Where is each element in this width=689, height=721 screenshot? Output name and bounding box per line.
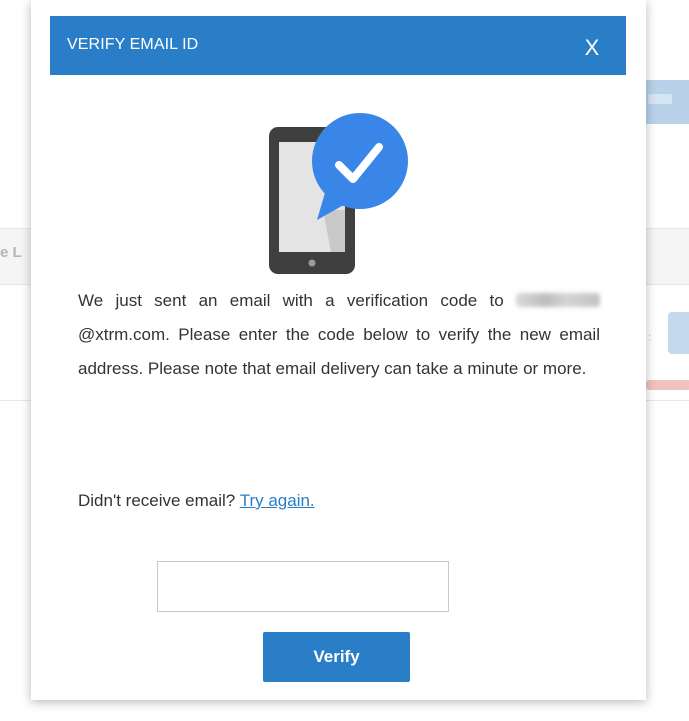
message-line-1: We just sent an email with a verificatio… <box>78 291 504 310</box>
retry-line: Didn't receive email? Try again. <box>78 484 315 518</box>
background-field-label: : <box>648 330 652 344</box>
verification-message: We just sent an email with a verificatio… <box>78 284 600 386</box>
background-section-label: e L <box>0 244 22 261</box>
verify-button[interactable]: Verify <box>263 632 410 682</box>
close-button[interactable]: X <box>577 33 607 63</box>
background-action-button <box>668 312 689 354</box>
verification-code-input[interactable] <box>157 561 449 612</box>
background-button-glyph <box>648 94 672 104</box>
dialog-header: VERIFY EMAIL ID X <box>50 16 626 75</box>
redacted-email-user <box>516 293 600 307</box>
verify-email-dialog: VERIFY EMAIL ID X We just sent an email … <box>31 0 646 700</box>
email-domain: @xtrm.com <box>78 325 166 344</box>
try-again-link[interactable]: Try again. <box>240 491 315 510</box>
dialog-title: VERIFY EMAIL ID <box>67 36 199 53</box>
background-error-text <box>646 380 689 390</box>
retry-prompt: Didn't receive email? <box>78 491 236 510</box>
phone-verified-icon <box>269 110 419 278</box>
